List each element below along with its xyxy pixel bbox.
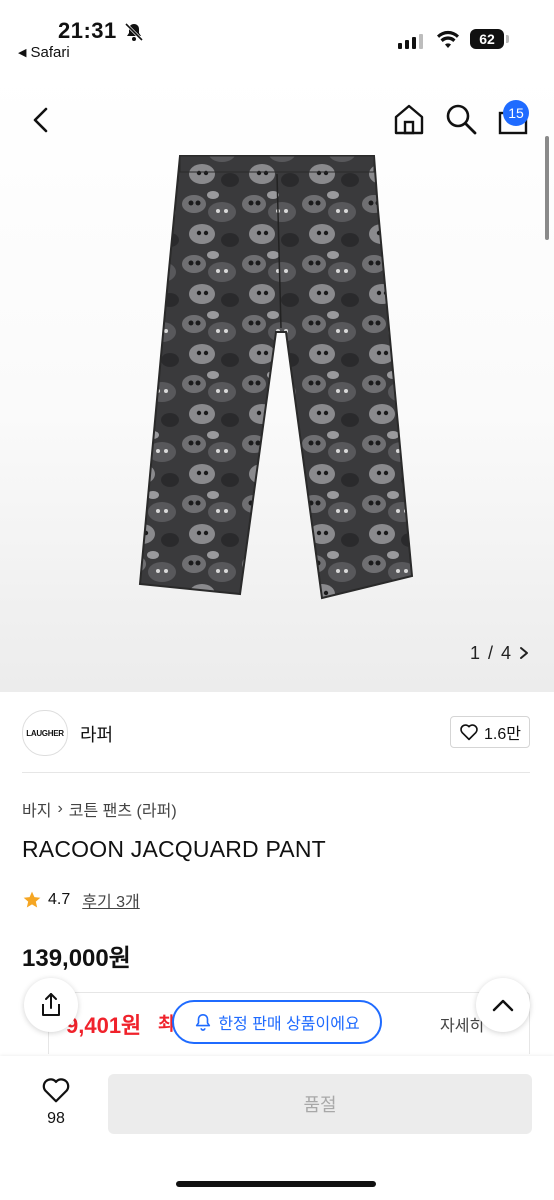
soldout-label: 품절 — [303, 1095, 337, 1115]
gallery-current: 1 — [470, 642, 481, 663]
back-to-safari[interactable]: ◀ Safari — [18, 44, 70, 61]
share-icon — [42, 993, 60, 1016]
bell-muted-icon — [124, 22, 144, 42]
gallery-separator: / — [488, 642, 494, 663]
product-title: RACOON JACQUARD PANT — [22, 836, 326, 862]
breadcrumb-item[interactable]: 바지 — [22, 797, 51, 821]
share-button[interactable] — [24, 978, 78, 1032]
product-price: 139,000원 — [22, 945, 131, 972]
wishlist-count: 98 — [47, 1110, 65, 1127]
star-icon — [23, 891, 41, 908]
brand-logo-text: LAUGHER — [26, 728, 64, 738]
home-icon[interactable] — [392, 102, 426, 136]
battery-level: 62 — [470, 29, 504, 49]
brand-name[interactable]: 라퍼 — [80, 721, 113, 747]
scroll-top-button[interactable] — [476, 978, 530, 1032]
gallery-total: 4 — [501, 642, 512, 663]
home-indicator — [176, 1181, 376, 1187]
breadcrumb: 바지 › 코튼 팬츠 (라퍼) — [22, 797, 177, 821]
wishlist-button[interactable] — [36, 1076, 76, 1109]
chevron-right-icon — [520, 647, 529, 659]
bell-icon — [196, 1013, 211, 1031]
limited-sale-label: 한정 판매 상품이에요 — [218, 1016, 360, 1033]
wifi-icon — [437, 30, 459, 48]
product-rating: 4.7 후기 3개 — [22, 888, 140, 912]
limited-sale-notice[interactable]: 한정 판매 상품이에요 — [172, 1000, 382, 1044]
battery-tip — [506, 35, 509, 43]
status-time: 21:31 — [58, 18, 117, 43]
signal-icon — [398, 34, 423, 49]
brand-logo[interactable]: LAUGHER — [22, 710, 68, 756]
back-triangle-icon: ◀ — [18, 47, 27, 59]
back-chevron-icon[interactable] — [28, 105, 56, 135]
product-image-area[interactable] — [0, 70, 554, 692]
breadcrumb-item[interactable]: 코튼 팬츠 (라퍼) — [69, 797, 177, 821]
gallery-pagination[interactable]: 1 / 4 — [458, 636, 541, 670]
breadcrumb-chevron-icon: › — [57, 800, 63, 817]
rating-value: 4.7 — [48, 891, 71, 908]
heart-icon — [42, 1078, 70, 1103]
soldout-button[interactable]: 품절 — [108, 1074, 532, 1134]
brand-like-count: 1.6만 — [484, 726, 521, 743]
search-icon[interactable] — [444, 102, 478, 136]
scrollbar[interactable] — [545, 136, 549, 240]
heart-icon — [460, 724, 478, 741]
product-image-pants — [138, 155, 414, 600]
brand-like-button[interactable]: 1.6만 — [450, 716, 530, 748]
divider — [22, 772, 530, 773]
review-link[interactable]: 후기 3개 — [82, 888, 140, 912]
cart-count-badge: 15 — [503, 100, 529, 126]
coupon-price: 9,401원 — [66, 1013, 142, 1038]
chevron-up-icon — [492, 999, 514, 1012]
back-app-label: Safari — [30, 44, 70, 61]
